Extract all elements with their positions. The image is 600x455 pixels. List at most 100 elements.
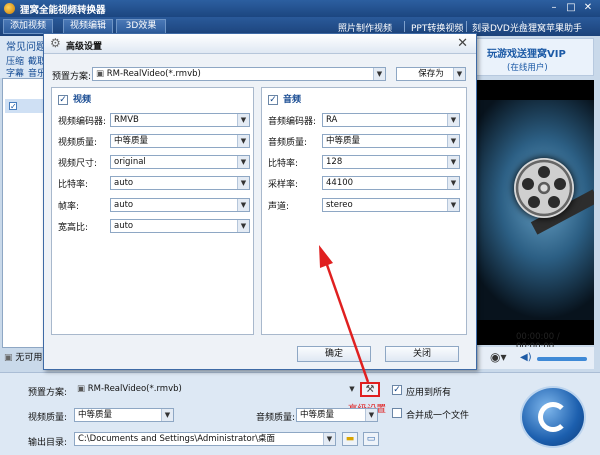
gear-icon: ⚙ xyxy=(50,36,61,50)
chevron-down-icon: ▼ xyxy=(237,199,249,211)
chevron-down-icon: ▼ xyxy=(453,68,465,80)
audio-bitrate-row: 比特率: 128 ▼ xyxy=(268,155,464,169)
video-framerate-row: 帧率: auto ▼ xyxy=(58,198,252,212)
video-bitrate-select[interactable]: auto ▼ xyxy=(110,176,250,190)
output-dir-label: 输出目录: xyxy=(28,438,68,448)
audio-quality-select[interactable]: 中等质量 ▼ xyxy=(296,408,378,422)
no-available-label: ▣ 无可用 xyxy=(4,353,43,363)
video-quality-select[interactable]: 中等质量 ▼ xyxy=(74,408,174,422)
promo-title: 玩游戏送狸窝VIP xyxy=(487,49,566,60)
advanced-settings-dialog: ⚙ 高级设置 ✕ 预置方案: ▣ RM-RealVideo(*.rmvb) ▼ … xyxy=(43,33,477,370)
app-title: 狸窝全能视频转换器 xyxy=(20,5,106,16)
audio-channel-label: 声道: xyxy=(268,202,290,212)
chevron-down-icon: ▼ xyxy=(237,220,249,232)
app-titlebar: 狸窝全能视频转换器 – □ ✕ xyxy=(0,0,600,17)
audio-quality-row-label: 音频质量: xyxy=(268,138,308,148)
chevron-down-icon: ▼ xyxy=(447,177,459,189)
preset-label: 预置方案: xyxy=(28,388,68,398)
chevron-down-icon: ▼ xyxy=(349,385,355,393)
apply-all-checkbox[interactable]: ✓ xyxy=(392,385,402,395)
video-size-row: 视频尺寸: original ▼ xyxy=(58,155,252,169)
chevron-down-icon: ▼ xyxy=(447,156,459,168)
close-icon[interactable]: ✕ xyxy=(457,36,468,51)
chevron-down-icon: ▼ xyxy=(365,409,377,421)
3d-effect-button[interactable]: 3D效果 xyxy=(116,19,166,34)
preset-select[interactable]: ▣ RM-RealVideo(*.rmvb) ▼ xyxy=(74,383,358,397)
video-group-header: ✓ 视频 xyxy=(58,94,92,105)
ok-button[interactable]: 确定 xyxy=(297,346,371,362)
video-aspect-label: 宽高比: xyxy=(58,223,89,233)
chevron-down-icon: ▼ xyxy=(237,114,249,126)
advanced-settings-button[interactable]: ⚒ xyxy=(360,382,380,397)
open-folder-icon[interactable]: ▬ xyxy=(342,432,358,446)
video-quality-row: 视频质量: 中等质量 ▼ xyxy=(58,134,252,148)
audio-samplerate-row: 采样率: 44100 ▼ xyxy=(268,176,464,190)
file-list: ✓ xyxy=(2,78,46,348)
video-quality-row-label: 视频质量: xyxy=(58,138,98,148)
audio-quality-label: 音频质量: xyxy=(256,413,296,423)
audio-bitrate-label: 比特率: xyxy=(268,159,299,169)
video-preview xyxy=(476,80,594,345)
chevron-down-icon: ▼ xyxy=(447,114,459,126)
audio-samplerate-label: 采样率: xyxy=(268,180,299,190)
chevron-down-icon: ▼ xyxy=(373,68,385,80)
audio-bitrate-select[interactable]: 128 ▼ xyxy=(322,155,460,169)
video-size-select[interactable]: original ▼ xyxy=(110,155,250,169)
output-dir-field[interactable]: C:\Documents and Settings\Administrator\… xyxy=(74,432,336,446)
video-framerate-select[interactable]: auto ▼ xyxy=(110,198,250,212)
video-aspect-select[interactable]: auto ▼ xyxy=(110,219,250,233)
video-quality-label: 视频质量: xyxy=(28,413,68,423)
chevron-down-icon: ▼ xyxy=(447,135,459,147)
minimize-button[interactable]: – xyxy=(546,2,562,15)
dialog-preset-label: 预置方案: xyxy=(52,72,92,82)
save-as-button[interactable]: 保存为 ▼ xyxy=(396,67,466,81)
file-list-row[interactable]: ✓ xyxy=(5,99,45,113)
video-bitrate-row: 比特率: auto ▼ xyxy=(58,176,252,190)
add-video-button[interactable]: 添加视频 xyxy=(3,19,54,34)
audio-group-header: ✓ 音频 xyxy=(268,94,302,105)
video-codec-select[interactable]: RMVB ▼ xyxy=(110,113,250,127)
video-size-label: 视频尺寸: xyxy=(58,159,98,169)
audio-codec-select[interactable]: RA ▼ xyxy=(322,113,460,127)
faq-tab[interactable]: 常见问题 xyxy=(6,38,46,53)
burn-dvd-link[interactable]: 刻录DVD光盘 xyxy=(472,21,528,34)
vip-promo-banner[interactable]: 玩游戏送狸窝VIP (在线用户) xyxy=(476,38,594,76)
video-codec-row: 视频编码器: RMVB ▼ xyxy=(58,113,252,127)
chevron-down-icon: ▼ xyxy=(237,135,249,147)
chevron-down-icon: ▼ xyxy=(161,409,173,421)
video-bitrate-label: 比特率: xyxy=(58,180,89,190)
maximize-button[interactable]: □ xyxy=(563,2,579,15)
audio-channel-select[interactable]: stereo ▼ xyxy=(322,198,460,212)
chevron-down-icon: ▼ xyxy=(323,433,335,445)
apple-helper-link[interactable]: 狸窝苹果助手 xyxy=(528,21,582,34)
toolbar-divider xyxy=(466,21,467,32)
edit-video-button[interactable]: 视频编辑 xyxy=(63,19,114,34)
volume-slider[interactable] xyxy=(537,357,587,361)
promo-subtitle: (在线用户) xyxy=(507,63,548,73)
toolbar-divider xyxy=(404,21,405,32)
dialog-close-button[interactable]: 关闭 xyxy=(385,346,459,362)
convert-start-button[interactable] xyxy=(520,386,586,448)
browse-folder-icon[interactable]: ▭ xyxy=(363,432,379,446)
app-logo-icon xyxy=(4,3,15,14)
close-window-button[interactable]: ✕ xyxy=(580,2,596,15)
video-framerate-label: 帧率: xyxy=(58,202,80,212)
chevron-down-icon: ▼ xyxy=(237,177,249,189)
merge-one-checkbox[interactable] xyxy=(392,408,402,418)
audio-codec-row: 音频编码器: RA ▼ xyxy=(268,113,464,127)
dialog-title: 高级设置 xyxy=(66,42,103,52)
audio-samplerate-select[interactable]: 44100 ▼ xyxy=(322,176,460,190)
chevron-down-icon: ▼ xyxy=(447,199,459,211)
video-enable-checkbox[interactable]: ✓ xyxy=(58,94,68,105)
audio-settings-group: ✓ 音频 音频编码器: RA ▼ 音频质量: 中等质量 ▼ 比特率: 128 ▼ 采样率… xyxy=(261,87,467,335)
dialog-video-quality-select[interactable]: 中等质量 ▼ xyxy=(110,134,250,148)
chevron-down-icon: ▼ xyxy=(237,156,249,168)
snapshot-camera-icon[interactable]: ◉▾ xyxy=(490,350,507,364)
audio-enable-checkbox[interactable]: ✓ xyxy=(268,94,278,105)
refresh-arrow-icon xyxy=(538,402,568,432)
dialog-audio-quality-select[interactable]: 中等质量 ▼ xyxy=(322,134,460,148)
volume-icon[interactable]: ◀) xyxy=(520,352,532,363)
file-checkbox[interactable]: ✓ xyxy=(9,102,17,111)
dialog-preset-select[interactable]: ▣ RM-RealVideo(*.rmvb) ▼ xyxy=(92,67,386,81)
video-codec-label: 视频编码器: xyxy=(58,117,107,127)
